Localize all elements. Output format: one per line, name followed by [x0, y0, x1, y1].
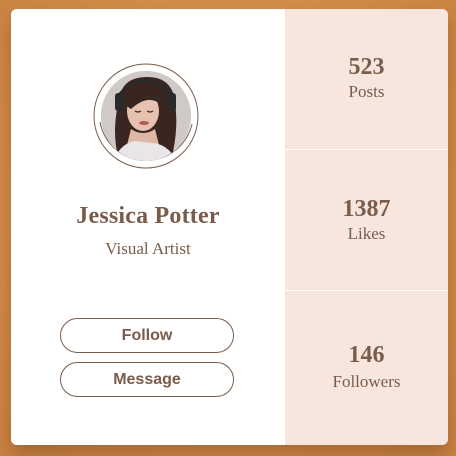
stat-likes: 1387 Likes — [285, 150, 448, 291]
stat-posts: 523 Posts — [285, 9, 448, 150]
follow-button[interactable]: Follow — [60, 318, 234, 353]
stat-label: Followers — [332, 372, 401, 391]
stat-value: 1387 — [342, 196, 391, 222]
profile-panel: Jessica Potter Visual Artist Follow Mess… — [11, 9, 285, 445]
profile-card: Jessica Potter Visual Artist Follow Mess… — [11, 9, 448, 445]
stat-value: 146 — [348, 342, 385, 368]
stat-followers: 146 Followers — [285, 291, 448, 445]
message-button[interactable]: Message — [60, 362, 234, 397]
stat-label: Likes — [347, 224, 386, 243]
avatar-photo — [101, 71, 191, 161]
stat-label: Posts — [348, 82, 385, 101]
profile-name: Jessica Potter — [76, 203, 220, 229]
profile-role: Visual Artist — [105, 239, 191, 258]
stat-value: 523 — [348, 54, 385, 80]
stats-panel: 523 Posts 1387 Likes 146 Followers — [285, 9, 448, 445]
avatar — [92, 62, 200, 170]
